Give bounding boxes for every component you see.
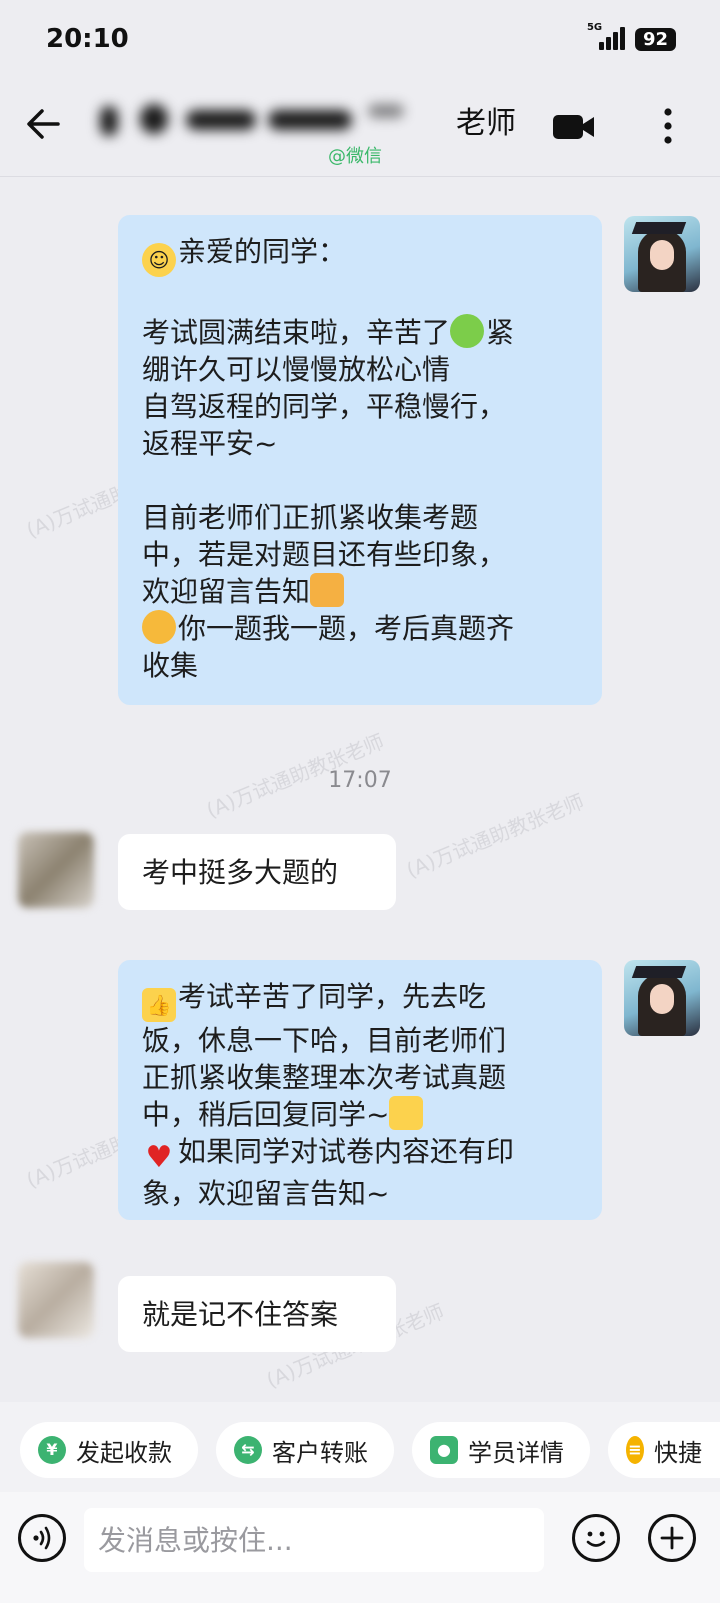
message-bubble-outgoing[interactable]: 👍 考试辛苦了同学，先去吃 饭，休息一下哈，目前老师们 正抓紧收集整理本次考试真题… <box>118 960 602 1220</box>
quick-action-student-details[interactable]: ● 学员详情 <box>412 1422 590 1478</box>
message-line: 饭，休息一下哈，目前老师们 <box>142 1024 507 1057</box>
chat-screen: 20:10 5G 92 老师 @微信 (A)万试通助教张老师 (A)万试通助教张… <box>0 0 720 1603</box>
hug-emoji-icon <box>450 314 485 348</box>
signal-icon: 5G <box>587 22 625 52</box>
quick-action-label: 发起收款 <box>76 1438 172 1467</box>
message-line: 你一题我一题，考后真题齐 <box>142 610 578 647</box>
message-bubble-incoming[interactable]: 就是记不住答案 <box>118 1276 396 1352</box>
message-line: 👍 考试辛苦了同学，先去吃 <box>142 978 578 1022</box>
emoji-icon[interactable] <box>572 1514 620 1562</box>
red-heart-emoji-icon: ♥ <box>145 1140 173 1175</box>
chat-title: 老师 @微信 <box>100 98 540 168</box>
chat-header: 老师 @微信 <box>0 80 720 175</box>
message-timestamp: 17:07 <box>328 768 392 793</box>
ok-hand-emoji-icon <box>389 1096 424 1130</box>
quick-action-payment[interactable]: ¥ 发起收款 <box>20 1422 198 1478</box>
video-call-icon[interactable] <box>552 110 596 144</box>
header-divider <box>0 176 720 177</box>
quick-actions-bar: ¥ 发起收款 ⇆ 客户转账 ● 学员详情 ≡ 快捷 <box>0 1402 720 1492</box>
quick-action-label: 学员详情 <box>468 1438 564 1467</box>
message-line: ♥ 如果同学对试卷内容还有印 <box>142 1133 578 1175</box>
more-vertical-icon[interactable] <box>652 104 684 148</box>
message-line: 考试圆满结束啦，辛苦了紧 <box>142 314 515 349</box>
quick-action-label: 客户转账 <box>272 1438 368 1467</box>
message-bubble-incoming[interactable]: 考中挺多大题的 <box>118 834 396 910</box>
message-line: 中，稍后回复同学~ <box>142 1096 578 1133</box>
pray-hands-emoji-icon <box>310 573 345 607</box>
message-line: 象，欢迎留言告知~ <box>142 1177 390 1210</box>
message-line: 目前老师们正抓紧收集考题 <box>142 501 479 534</box>
network-type: 5G <box>586 22 603 33</box>
input-bar <box>0 1492 720 1603</box>
message-bubble-outgoing[interactable]: ☺ 亲爱的同学： 考试圆满结束啦，辛苦了紧 绷许久可以慢慢放松心情 自驾返程的同学… <box>118 215 602 705</box>
back-arrow-icon[interactable] <box>24 104 64 144</box>
message-line: ☺ 亲爱的同学： <box>142 233 578 277</box>
student-avatar[interactable] <box>18 1262 94 1338</box>
transfer-icon: ⇆ <box>234 1436 262 1464</box>
student-avatar[interactable] <box>18 832 94 908</box>
quick-action-transfer[interactable]: ⇆ 客户转账 <box>216 1422 394 1478</box>
thumbs-up-emoji-icon: 👍 <box>142 988 176 1022</box>
quick-action-label: 快捷 <box>654 1438 702 1467</box>
battery-level: 92 <box>634 27 676 51</box>
yuan-icon: ¥ <box>38 1436 66 1464</box>
watermark: (A)万试通助教张老师 <box>402 789 588 883</box>
shortcut-icon: ≡ <box>626 1436 644 1464</box>
message-line: 中，若是对题目还有些印象， <box>142 538 507 571</box>
status-bar: 20:10 5G 92 <box>0 0 720 80</box>
message-line: 返程平安~ <box>142 427 278 460</box>
message-input[interactable] <box>84 1508 544 1572</box>
chat-title-text: 老师 <box>456 106 516 141</box>
message-line: 绷许久可以慢慢放松心情 <box>142 353 451 386</box>
message-line: 欢迎留言告知 <box>142 573 578 610</box>
voice-icon[interactable] <box>18 1514 66 1562</box>
message-line: 正抓紧收集整理本次考试真题 <box>142 1061 507 1094</box>
plus-icon[interactable] <box>648 1514 696 1562</box>
quick-action-shortcut[interactable]: ≡ 快捷 <box>608 1422 720 1478</box>
user-icon: ● <box>430 1436 458 1464</box>
status-indicators: 5G 92 <box>587 22 676 52</box>
status-time: 20:10 <box>46 24 129 54</box>
chat-subtitle: @微信 <box>328 146 382 167</box>
message-line: 自驾返程的同学，平稳慢行， <box>142 390 507 423</box>
thinking-emoji-icon <box>142 610 176 644</box>
message-line: 收集 <box>142 649 199 682</box>
teacher-avatar[interactable] <box>624 960 700 1036</box>
teacher-avatar[interactable] <box>624 216 700 292</box>
smile-emoji-icon: ☺ <box>142 243 176 277</box>
